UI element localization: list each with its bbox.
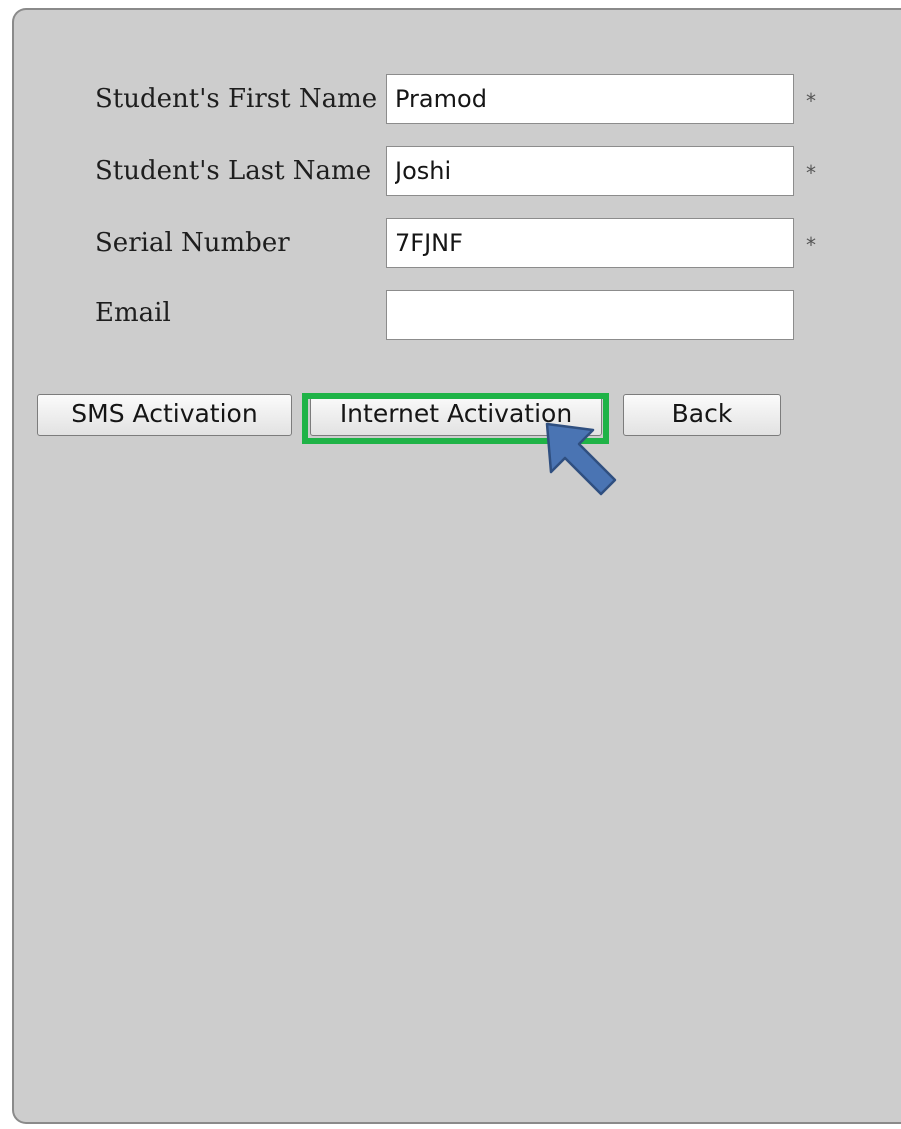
last-name-field[interactable] [386, 146, 794, 196]
email-label: Email [95, 298, 171, 328]
sms-activation-button[interactable]: SMS Activation [37, 394, 292, 436]
last-name-required-mark: * [806, 161, 816, 185]
serial-number-label: Serial Number [95, 228, 290, 258]
first-name-field[interactable] [386, 74, 794, 124]
first-name-required-mark: * [806, 89, 816, 113]
first-name-label: Student's First Name [95, 84, 378, 114]
back-button[interactable]: Back [623, 394, 781, 436]
internet-activation-button[interactable]: Internet Activation [310, 394, 602, 436]
serial-number-field[interactable] [386, 218, 794, 268]
serial-number-required-mark: * [806, 233, 816, 257]
last-name-label: Student's Last Name [95, 156, 372, 186]
email-field[interactable] [386, 290, 794, 340]
